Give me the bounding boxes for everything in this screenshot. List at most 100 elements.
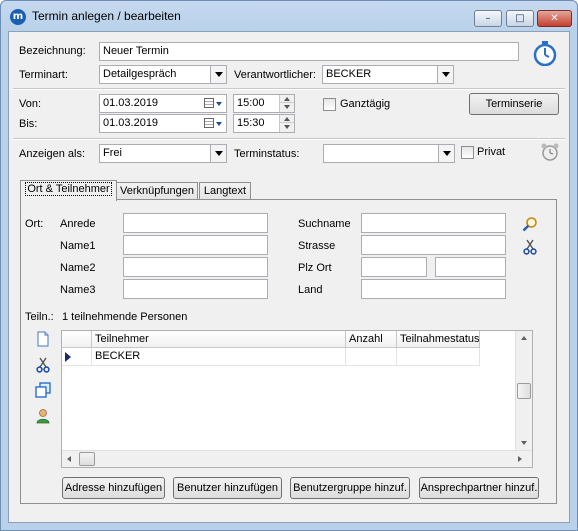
teilnehmer-grid[interactable]: Teilnehmer Anzahl Teilnahmestatus BECKER: [61, 330, 533, 468]
plz-input[interactable]: [361, 257, 427, 277]
spin-down-icon[interactable]: [280, 123, 294, 131]
ansprechpartner-hinzufuegen-button[interactable]: Ansprechpartner hinzuf.: [419, 477, 539, 499]
chevron-down-icon[interactable]: [437, 66, 453, 83]
chevron-down-icon[interactable]: [210, 66, 226, 83]
von-time-value: 15:00: [237, 97, 265, 109]
von-date-value: 01.03.2019: [103, 97, 159, 109]
scissors-icon[interactable]: [522, 239, 538, 255]
title-bar[interactable]: m Termin anlegen / bearbeiten – □ ✕: [1, 1, 577, 31]
column-header-anzahl[interactable]: Anzahl: [346, 331, 397, 348]
teilnehmer-count: 1 teilnehmende Personen: [62, 311, 188, 323]
calendar-dropdown-icon[interactable]: [202, 95, 226, 112]
scroll-up-icon[interactable]: [521, 336, 527, 340]
window-title: Termin anlegen / bearbeiten: [32, 9, 181, 23]
row-indicator[interactable]: [62, 348, 92, 366]
name3-label: Name3: [60, 284, 96, 296]
verantwortlicher-label: Verantwortlicher:: [234, 69, 316, 81]
chevron-down-icon[interactable]: [210, 145, 226, 162]
name1-input[interactable]: [123, 235, 268, 255]
land-input[interactable]: [361, 279, 506, 299]
time-spinner[interactable]: [279, 115, 294, 132]
ganztaegig-checkbox[interactable]: [323, 98, 336, 111]
privat-label: Privat: [477, 146, 506, 158]
terminstatus-combo[interactable]: [323, 144, 455, 163]
ort-input[interactable]: [435, 257, 506, 277]
cell-teilnehmer[interactable]: BECKER: [92, 348, 346, 366]
scissors-icon[interactable]: [35, 357, 51, 373]
bezeichnung-label: Bezeichnung:: [19, 45, 86, 57]
benutzergruppe-hinzufuegen-button[interactable]: Benutzergruppe hinzuf.: [290, 477, 410, 499]
column-header-teilnahmestatus[interactable]: Teilnahmestatus: [397, 331, 480, 348]
terminserie-button[interactable]: Terminserie: [469, 93, 559, 115]
benutzer-hinzufuegen-button[interactable]: Benutzer hinzufügen: [173, 477, 282, 499]
scroll-down-icon[interactable]: [521, 441, 527, 445]
grid-corner: [62, 331, 92, 348]
von-label: Von:: [19, 98, 42, 110]
alarm-clock-icon[interactable]: [540, 142, 560, 162]
name3-input[interactable]: [123, 279, 268, 299]
close-button[interactable]: ✕: [537, 10, 572, 27]
bis-time-input[interactable]: 15:30: [233, 114, 295, 133]
anrede-input[interactable]: [123, 213, 268, 233]
von-date-input[interactable]: 01.03.2019: [99, 94, 227, 113]
separator: [13, 138, 565, 140]
verantwortlicher-value: BECKER: [326, 68, 372, 80]
name2-input[interactable]: [123, 257, 268, 277]
suchname-label: Suchname: [298, 218, 351, 230]
ganztaegig-label: Ganztägig: [340, 98, 391, 110]
name2-label: Name2: [60, 262, 96, 274]
land-label: Land: [298, 284, 323, 296]
person-icon[interactable]: [35, 408, 51, 424]
cell-teilnahmestatus[interactable]: [397, 348, 480, 366]
adresse-hinzufuegen-button[interactable]: Adresse hinzufügen: [62, 477, 165, 499]
von-time-input[interactable]: 15:00: [233, 94, 295, 113]
strasse-label: Strasse: [298, 240, 336, 252]
vertical-scroll-thumb[interactable]: [517, 383, 531, 399]
bis-date-value: 01.03.2019: [103, 117, 159, 129]
anzeigen-label: Anzeigen als:: [19, 148, 86, 160]
terminart-label: Terminart:: [19, 69, 68, 81]
calendar-dropdown-icon[interactable]: [202, 115, 226, 132]
minimize-button[interactable]: –: [474, 10, 502, 27]
verantwortlicher-combo[interactable]: BECKER: [322, 65, 454, 84]
stopwatch-icon[interactable]: [532, 40, 558, 66]
bis-date-input[interactable]: 01.03.2019: [99, 114, 227, 133]
spin-up-icon[interactable]: [280, 95, 294, 103]
new-document-icon[interactable]: [35, 331, 51, 347]
terminart-combo[interactable]: Detailgespräch: [99, 65, 227, 84]
magnifier-icon[interactable]: [522, 216, 538, 232]
strasse-input[interactable]: [361, 235, 506, 255]
tab-ort-teilnehmer[interactable]: Ort & Teilnehmer: [20, 180, 117, 201]
suchname-input[interactable]: [361, 213, 506, 233]
cell-anzahl[interactable]: [346, 348, 397, 366]
chevron-down-icon[interactable]: [438, 145, 454, 162]
current-row-arrow-icon: [65, 352, 71, 362]
anrede-label: Anrede: [60, 218, 96, 230]
scroll-right-icon[interactable]: [518, 456, 522, 462]
bezeichnung-input[interactable]: Neuer Termin: [99, 42, 519, 61]
dialog-content: Bezeichnung: Neuer Termin Terminart: Det…: [8, 31, 570, 523]
privat-checkbox[interactable]: [461, 146, 474, 159]
copy-windows-icon[interactable]: [35, 382, 51, 398]
time-spinner[interactable]: [279, 95, 294, 112]
terminart-value: Detailgespräch: [103, 68, 177, 80]
vertical-scrollbar[interactable]: [515, 331, 532, 451]
anzeigen-combo[interactable]: Frei: [99, 144, 227, 163]
column-header-teilnehmer[interactable]: Teilnehmer: [92, 331, 346, 348]
bis-label: Bis:: [19, 118, 38, 130]
spin-up-icon[interactable]: [280, 115, 294, 123]
teilnehmer-label: Teiln.:: [25, 311, 54, 323]
horizontal-scrollbar[interactable]: [62, 450, 532, 467]
maximize-button[interactable]: □: [506, 10, 534, 27]
anzeigen-value: Frei: [103, 147, 122, 159]
horizontal-scroll-thumb[interactable]: [79, 452, 95, 466]
plzort-label: Plz Ort: [298, 262, 332, 274]
name1-label: Name1: [60, 240, 96, 252]
separator: [13, 88, 565, 90]
spin-down-icon[interactable]: [280, 103, 294, 111]
app-logo-icon: m: [10, 9, 26, 25]
scroll-left-icon[interactable]: [67, 456, 71, 462]
dialog-window: m Termin anlegen / bearbeiten – □ ✕ Beze…: [0, 0, 578, 531]
terminstatus-label: Terminstatus:: [234, 148, 300, 160]
bis-time-value: 15:30: [237, 117, 265, 129]
